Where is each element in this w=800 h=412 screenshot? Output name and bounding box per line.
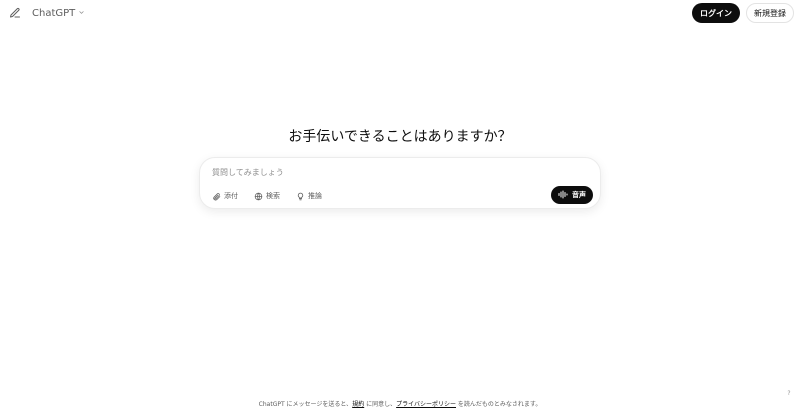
page-title: お手伝いできることはありますか？ xyxy=(288,129,512,145)
new-chat-icon[interactable] xyxy=(8,6,22,20)
reason-button[interactable]: 推論 xyxy=(294,190,324,202)
model-label: ChatGPT xyxy=(32,7,76,19)
attach-button[interactable]: 添付 xyxy=(210,190,240,202)
paperclip-icon xyxy=(212,192,221,201)
attach-label: 添付 xyxy=(224,192,238,200)
chevron-down-icon xyxy=(78,8,85,19)
privacy-policy-link[interactable]: プライバシーポリシー xyxy=(396,401,456,408)
footer-disclaimer: ChatGPT にメッセージを送ると、規約 に同意し、プライバシーポリシー を読… xyxy=(0,399,800,408)
footer-prefix: ChatGPT にメッセージを送ると、 xyxy=(258,401,353,408)
model-selector[interactable]: ChatGPT xyxy=(28,6,89,21)
header-left: ChatGPT xyxy=(8,6,89,21)
terms-link[interactable]: 規約 xyxy=(352,401,364,408)
prompt-input[interactable] xyxy=(212,165,582,179)
footer-suffix: を読んだものとみなされます。 xyxy=(456,401,542,408)
chatgpt-page: ChatGPT ログイン 新規登録 お手伝いできることはありますか？ 添付 xyxy=(0,0,800,412)
lightbulb-icon xyxy=(296,192,305,201)
signup-button[interactable]: 新規登録 xyxy=(746,3,794,23)
help-button[interactable]: ? xyxy=(784,390,794,400)
search-button[interactable]: 検索 xyxy=(252,190,282,202)
search-label: 検索 xyxy=(266,192,280,200)
reason-label: 推論 xyxy=(308,192,322,200)
composer: 添付 検索 推論 音声 xyxy=(199,157,601,209)
voice-button[interactable]: 音声 xyxy=(551,186,593,204)
waveform-icon xyxy=(558,190,568,201)
footer-middle: に同意し、 xyxy=(364,401,397,408)
composer-tools: 添付 検索 推論 xyxy=(210,190,324,202)
top-bar: ChatGPT ログイン 新規登録 xyxy=(0,0,800,26)
header-right: ログイン 新規登録 xyxy=(692,3,794,23)
login-button[interactable]: ログイン xyxy=(692,3,740,23)
voice-label: 音声 xyxy=(572,191,586,199)
globe-icon xyxy=(254,192,263,201)
